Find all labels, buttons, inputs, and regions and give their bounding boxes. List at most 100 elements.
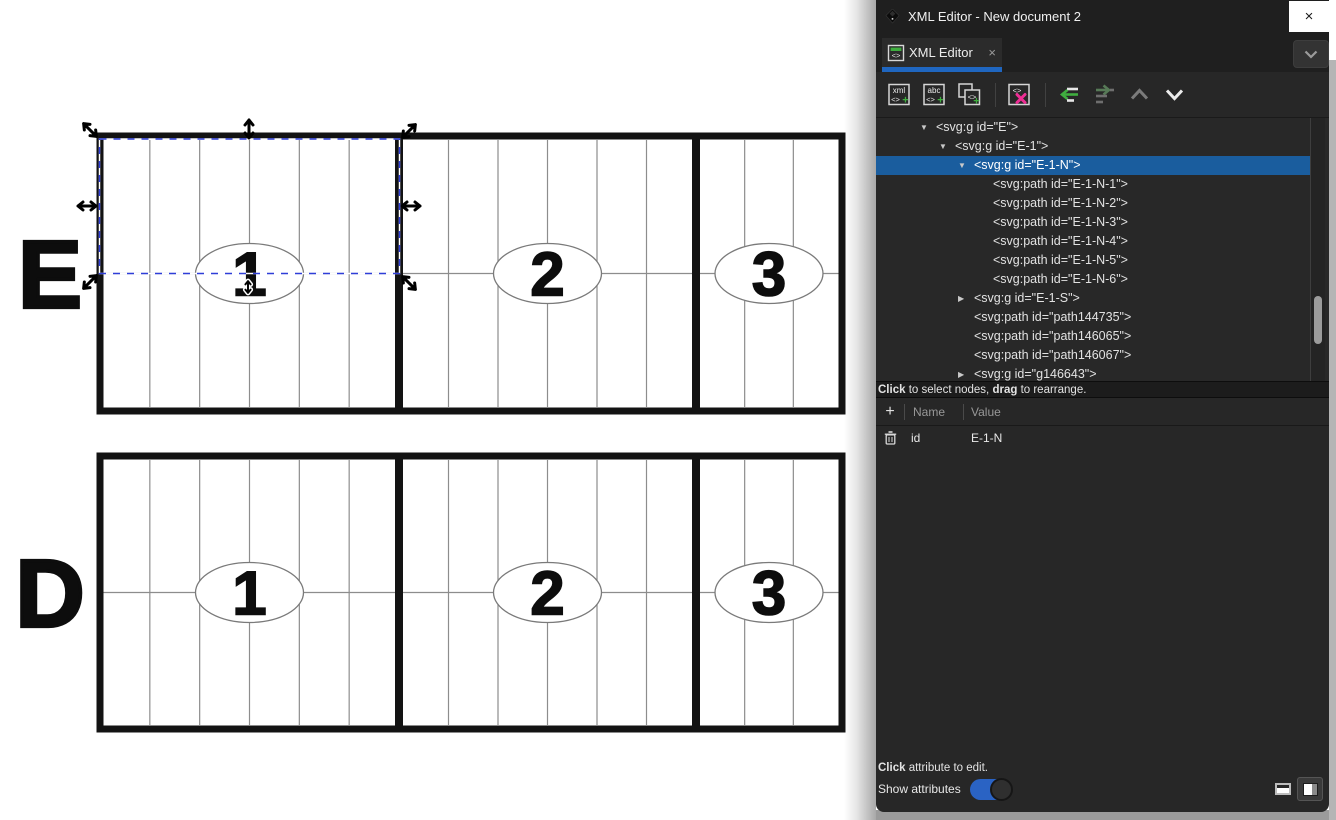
row-letter[interactable]: D [15,541,84,648]
xml-node-text: <svg:g id="g146643"> [974,365,1097,381]
attributes-empty-area [876,450,1329,760]
indent-node-icon [1091,81,1118,108]
tab-label: XML Editor [909,45,973,60]
xml-node-text: <svg:path id="E-1-N-5"> [993,251,1128,270]
tree-hint: Click to select nodes, drag to rearrange… [876,381,1329,398]
new-text-node-icon: abc <> + [921,81,948,108]
svg-text:<>: <> [892,51,901,60]
vertical-split-icon [1303,783,1318,796]
chevron-down-icon [1161,81,1188,108]
svg-text:<>: <> [926,95,935,104]
move-node-up-button[interactable] [1123,79,1155,111]
xml-tree-node[interactable]: ▼<svg:g id="E-1"> [876,137,1329,156]
xml-tree-node[interactable]: <svg:path id="E-1-N-1"> [876,175,1329,194]
expand-icon[interactable]: ▶ [958,365,974,381]
xml-tree-node[interactable]: <svg:path id="E-1-N-5"> [876,251,1329,270]
dialog-footer: Show attributes [876,776,1329,812]
dialog-title: XML Editor - New document 2 [908,9,1081,24]
new-element-node-button[interactable]: xml <> + [883,79,915,111]
inkscape-logo-icon [885,9,900,24]
window-edge-top [1329,0,1336,60]
add-attribute-button[interactable]: + [876,399,904,425]
xml-node-text: <svg:path id="E-1-N-4"> [993,232,1128,251]
svg-text:<>: <> [891,95,900,104]
hint-bold: drag [992,384,1017,396]
tree-scrollbar-track[interactable] [1310,118,1325,381]
svg-text:+: + [937,95,943,107]
collapse-icon[interactable]: ▼ [920,118,936,137]
row-letter[interactable]: E [18,222,82,329]
hint-text: to rearrange. [1017,384,1086,396]
delete-node-button[interactable]: <> [1003,79,1035,111]
show-attributes-toggle[interactable] [970,779,1012,800]
hint-text: attribute to edit. [906,762,988,774]
xml-tree-node[interactable]: <svg:path id="path144735"> [876,308,1329,327]
xml-tree-node[interactable]: ▼<svg:g id="E"> [876,118,1329,137]
hint-bold: Click [878,384,906,396]
toolbar-separator [995,83,996,107]
expand-icon[interactable]: ▶ [958,289,974,308]
section-number[interactable]: 2 [530,560,564,629]
xml-tree-node[interactable]: <svg:path id="path146067"> [876,346,1329,365]
close-button[interactable]: × [1289,1,1329,32]
attribute-row[interactable]: idE-1-N [876,426,1329,450]
xml-tree-node[interactable]: <svg:path id="E-1-N-6"> [876,270,1329,289]
xml-tree-node[interactable]: <svg:path id="E-1-N-4"> [876,232,1329,251]
attribute-value[interactable]: E-1-N [963,431,1002,445]
tab-bar: <> XML Editor × [876,32,1329,72]
xml-tree-node[interactable]: ▶<svg:g id="g146643"> [876,365,1329,381]
hint-bold: Click [878,762,906,774]
tab-close-icon[interactable]: × [988,45,996,60]
xml-node-text: <svg:path id="E-1-N-6"> [993,270,1128,289]
xml-node-text: <svg:path id="E-1-N-2"> [993,194,1128,213]
xml-node-text: <svg:g id="E-1-S"> [974,289,1080,308]
layout-horizontal-button[interactable] [1271,778,1295,800]
xml-node-text: <svg:path id="E-1-N-1"> [993,175,1128,194]
xml-node-text: <svg:g id="E-1"> [955,137,1048,156]
tree-scrollbar-thumb[interactable] [1314,296,1322,344]
svg-text:+: + [973,96,979,108]
trash-icon [884,431,897,445]
xml-tree-node[interactable]: ▼<svg:g id="E-1-N"> [876,156,1310,175]
attribute-hint: Click attribute to edit. [876,760,1329,776]
new-text-node-button[interactable]: abc <> + [918,79,950,111]
xml-toolbar: xml <> + abc <> + <> + [876,72,1329,118]
horizontal-split-icon [1275,783,1291,795]
tab-xml-editor[interactable]: <> XML Editor × [882,38,1002,67]
panel-menu-button[interactable] [1293,40,1329,68]
dialog-titlebar[interactable]: XML Editor - New document 2 × [876,0,1329,32]
dialog-drop-shadow [844,0,876,820]
inkscape-screen: 1 2 3 E 1 2 3 D XML Editor - New document 2 × [0,0,1336,820]
unindent-node-button[interactable] [1053,79,1085,111]
attr-value-column-header[interactable]: Value [964,405,1329,419]
section-number[interactable]: 3 [752,560,786,629]
show-attributes-label: Show attributes [878,782,961,796]
section-number[interactable]: 1 [232,560,266,629]
attr-name-column-header[interactable]: Name [905,405,963,419]
xml-node-text: <svg:path id="E-1-N-3"> [993,213,1128,232]
section-number[interactable]: 3 [752,241,786,310]
xml-tree-node[interactable]: <svg:path id="path146065"> [876,327,1329,346]
xml-node-text: <svg:path id="path146067"> [974,346,1131,365]
indent-node-button[interactable] [1088,79,1120,111]
xml-node-text: <svg:g id="E"> [936,118,1018,137]
xml-tree[interactable]: ▼<svg:g id="E">▼<svg:g id="E-1">▼<svg:g … [876,118,1329,381]
chevron-down-icon [1304,50,1318,59]
section-number[interactable]: 2 [530,241,564,310]
duplicate-node-button[interactable]: <> + [953,79,985,111]
attributes-table: idE-1-N [876,426,1329,450]
chevron-up-icon [1126,81,1153,108]
toggle-knob [990,778,1013,801]
svg-text:+: + [902,95,908,107]
collapse-icon[interactable]: ▼ [958,156,974,175]
xml-tree-node[interactable]: <svg:path id="E-1-N-2"> [876,194,1329,213]
xml-node-text: <svg:path id="path144735"> [974,308,1131,327]
move-node-down-button[interactable] [1158,79,1190,111]
delete-attribute-button[interactable] [876,431,904,445]
section-number[interactable]: 1 [232,241,266,310]
xml-tree-node[interactable]: <svg:path id="E-1-N-3"> [876,213,1329,232]
attribute-name[interactable]: id [904,431,963,445]
collapse-icon[interactable]: ▼ [939,137,955,156]
layout-vertical-button[interactable] [1297,777,1323,801]
xml-tree-node[interactable]: ▶<svg:g id="E-1-S"> [876,289,1329,308]
